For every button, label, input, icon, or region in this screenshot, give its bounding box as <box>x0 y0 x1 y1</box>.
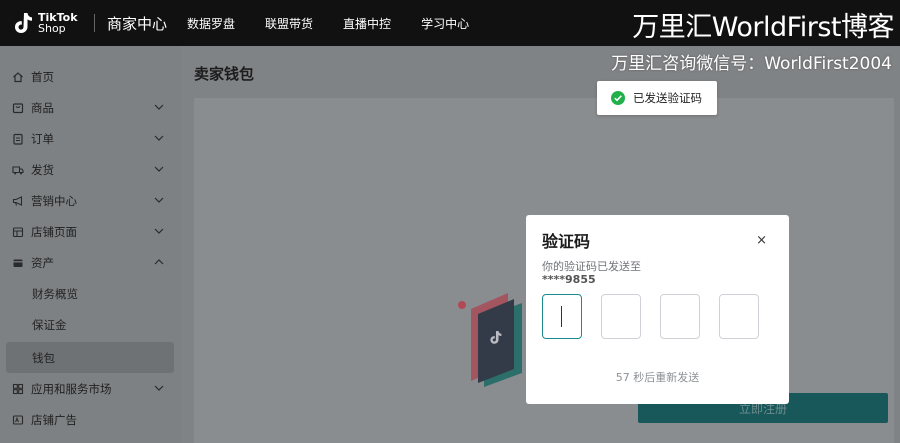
chevron-up-icon <box>154 259 164 265</box>
watermark-contact: 万里汇咨询微信号：WorldFirst2004 <box>611 54 892 74</box>
store-icon <box>12 226 24 238</box>
ads-icon <box>12 414 24 426</box>
code-input-1[interactable] <box>542 294 582 339</box>
check-circle-icon <box>611 91 625 105</box>
apps-icon <box>12 383 24 395</box>
tiktok-shop-logo[interactable]: TikTok Shop <box>12 11 94 35</box>
sidebar: 首页 商品 订单 发货 营销中心 店铺页面 资产 财务概览 保证金 钱包 应用和… <box>0 46 181 443</box>
sidebar-item-label: 发货 <box>31 162 54 177</box>
tiktok-logo-icon <box>15 13 32 33</box>
sidebar-item-label: 资产 <box>31 255 54 270</box>
sidebar-item-label: 订单 <box>31 131 54 146</box>
watermark-title: 万里汇WorldFirst博客 <box>632 12 894 43</box>
sidebar-item-marketing[interactable]: 营销中心 <box>0 185 181 216</box>
modal-title: 验证码 <box>542 232 591 251</box>
seller-center-title[interactable]: 商家中心 <box>107 13 167 34</box>
modal-description: 你的验证码已发送至 <box>542 260 641 273</box>
megaphone-icon <box>12 195 24 207</box>
masked-phone-number: ****9855 <box>542 273 596 286</box>
truck-icon <box>12 164 24 176</box>
chevron-down-icon <box>154 385 164 391</box>
resend-countdown: 57 秒后重新发送 <box>615 371 700 384</box>
chevron-down-icon <box>154 228 164 234</box>
nav-data-compass[interactable]: 数据罗盘 <box>187 15 235 32</box>
sidebar-subitem-finance-overview[interactable]: 财务概览 <box>0 278 181 309</box>
sidebar-item-label: 店铺页面 <box>31 224 77 239</box>
sidebar-item-label: 营销中心 <box>31 193 77 208</box>
verification-code-modal: 验证码 × 你的验证码已发送至 ****9855 57 秒后重新发送 <box>526 215 789 404</box>
code-input-2[interactable] <box>601 294 641 339</box>
logo-line-2: Shop <box>38 22 66 35</box>
code-input-3[interactable] <box>660 294 700 339</box>
divider <box>94 14 95 32</box>
close-icon[interactable]: × <box>756 233 767 248</box>
nav-learning-center[interactable]: 学习中心 <box>421 15 469 32</box>
sidebar-item-shipping[interactable]: 发货 <box>0 154 181 185</box>
sidebar-item-app-market[interactable]: 应用和服务市场 <box>0 373 181 404</box>
toast-message: 已发送验证码 <box>633 91 702 105</box>
sidebar-item-label: 应用和服务市场 <box>31 381 112 396</box>
wallet-illustration <box>458 293 522 387</box>
code-input-4[interactable] <box>719 294 759 339</box>
chevron-down-icon <box>154 135 164 141</box>
chevron-down-icon <box>154 104 164 110</box>
toast-notification: 已发送验证码 <box>597 81 717 115</box>
sidebar-item-label: 首页 <box>31 69 54 84</box>
text-caret <box>561 306 562 327</box>
sidebar-subitem-wallet[interactable]: 钱包 <box>6 342 174 373</box>
sidebar-item-orders[interactable]: 订单 <box>0 123 181 154</box>
page-title: 卖家钱包 <box>194 65 255 83</box>
sidebar-item-products[interactable]: 商品 <box>0 92 181 123</box>
sidebar-item-assets[interactable]: 资产 <box>0 247 181 278</box>
wallet-icon <box>12 257 24 269</box>
sidebar-item-home[interactable]: 首页 <box>0 61 181 92</box>
sidebar-item-label: 商品 <box>31 100 54 115</box>
home-icon <box>12 71 24 83</box>
sidebar-subitem-deposit[interactable]: 保证金 <box>0 309 181 340</box>
product-icon <box>12 102 24 114</box>
nav-affiliate[interactable]: 联盟带货 <box>265 15 313 32</box>
sidebar-item-store-page[interactable]: 店铺页面 <box>0 216 181 247</box>
order-icon <box>12 133 24 145</box>
nav-live-control[interactable]: 直播中控 <box>343 15 391 32</box>
chevron-down-icon <box>154 197 164 203</box>
sidebar-item-label: 店铺广告 <box>31 412 77 427</box>
chevron-down-icon <box>154 166 164 172</box>
sidebar-item-store-ads[interactable]: 店铺广告 <box>0 404 181 435</box>
